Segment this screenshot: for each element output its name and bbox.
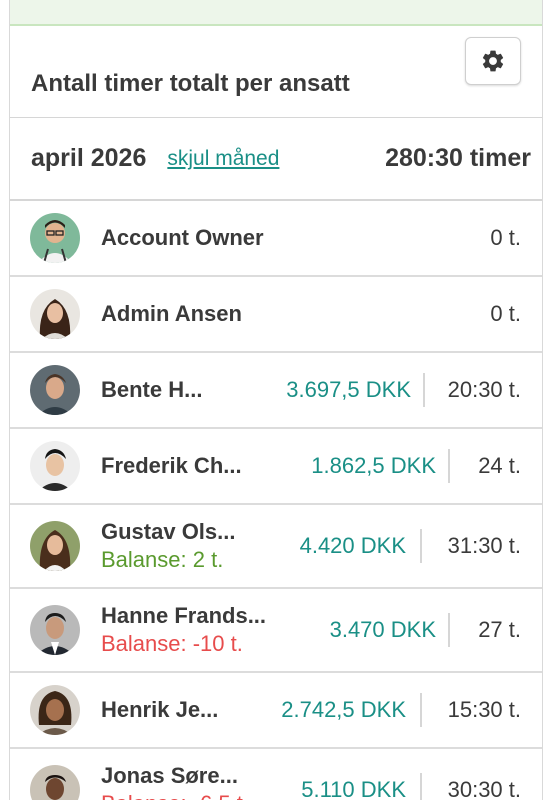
employee-hours: 0 t. [490,225,521,250]
employee-amount: 1.862,5 DKK [311,453,436,478]
employee-hours: 30:30 t. [447,777,521,800]
hide-month-link[interactable]: skjul måned [167,147,279,171]
avatar [30,765,80,800]
divider [423,373,425,407]
total-hours: 280:30 timer [385,144,531,172]
month-row: april 2026 skjul måned 280:30 timer [10,118,542,201]
list-item[interactable]: Frederik Ch... 1.862,5 DKK 24 t. [10,429,542,505]
employee-name: Admin Ansen [101,301,242,326]
employee-name: Hanne Frands... [101,603,267,628]
avatar [30,365,80,415]
divider [420,693,422,727]
settings-button[interactable] [465,36,521,85]
divider [448,613,450,647]
list-item[interactable]: Admin Ansen 0 t. [10,277,542,353]
divider [448,449,450,483]
employee-hours: 24 t. [478,453,521,478]
list-item[interactable]: Hanne Frands... Balanse: -10 t. 3.470 DK… [10,589,542,673]
employee-hours: 27 t. [478,617,521,642]
list-item[interactable]: Account Owner 0 t. [10,201,542,277]
employee-hours: 31:30 t. [447,533,521,558]
card-title: Antall timer totalt per ansatt [31,69,350,97]
avatar [30,605,80,655]
divider [420,773,422,800]
avatar [30,685,80,735]
employee-hours: 15:30 t. [447,697,521,722]
employee-balance: Balanse: -10 t. [101,631,243,656]
card-header: Antall timer totalt per ansatt [10,26,542,118]
divider [420,529,422,563]
list-item[interactable]: Jonas Søre... Balanse: -6,5 t. 5.110 DKK… [10,749,542,800]
employee-hours: 20:30 t. [447,377,521,402]
avatar [30,441,80,491]
list-item[interactable]: Gustav Ols... Balanse: 2 t. 4.420 DKK 31… [10,505,542,589]
avatar [30,213,80,263]
employee-amount: 3.697,5 DKK [286,377,411,402]
employee-name: Account Owner [101,225,264,250]
employee-hours: 0 t. [490,301,521,326]
employee-amount: 4.420 DKK [299,533,406,558]
list-item[interactable]: Bente H... 3.697,5 DKK 20:30 t. [10,353,542,429]
gear-icon [482,50,504,71]
page: Antall timer totalt per ansatt april 202… [9,0,543,800]
employee-amount: 3.470 DKK [329,617,436,642]
list-item[interactable]: Henrik Je... 2.742,5 DKK 15:30 t. [10,673,542,749]
employee-list: Account Owner 0 t. Admin Ansen 0 t. Bent… [10,201,542,800]
employee-amount: 2.742,5 DKK [281,697,406,722]
avatar [30,521,80,571]
top-band [10,0,542,26]
employee-amount: 5.110 DKK [301,777,406,800]
month-label: april 2026 [31,144,147,172]
avatar [30,289,80,339]
